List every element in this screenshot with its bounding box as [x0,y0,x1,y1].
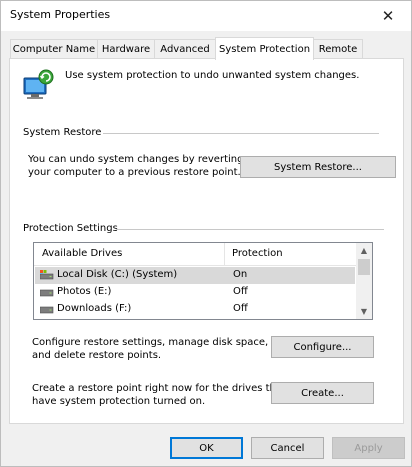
system-restore-group-label: System Restore [23,127,102,138]
available-drives-list[interactable]: Available Drives Protection Local Disk (… [33,242,373,320]
group-divider [116,229,384,230]
create-description-line1: Create a restore point right now for the… [32,383,286,394]
create-description-line2: have system protection turned on. [32,396,206,407]
apply-button[interactable]: Apply [332,437,405,459]
scrollbar-thumb[interactable] [358,259,370,275]
tab-label: Advanced [160,43,210,55]
chevron-up-icon: ▲ [360,246,368,255]
chevron-down-icon: ▼ [360,307,368,316]
configure-description-line1: Configure restore settings, manage disk … [32,337,269,348]
system-properties-window: System Properties ✕ Computer Name Hardwa… [0,0,412,467]
drive-row-local-disk-c[interactable]: Local Disk (C:) (System) On [35,267,355,284]
intro-text: Use system protection to undo unwanted s… [65,70,360,81]
column-header-available-drives[interactable]: Available Drives [42,248,122,259]
drive-row-photos-e[interactable]: Photos (E:) Off [35,284,355,301]
protection-settings-group-label: Protection Settings [23,223,118,234]
tab-advanced[interactable]: Advanced [154,39,216,58]
drive-protection-status: Off [233,303,248,314]
drive-icon [40,306,54,314]
list-scrollbar[interactable]: ▲ ▼ [356,243,372,319]
list-header: Available Drives Protection [34,243,356,266]
tab-system-protection[interactable]: System Protection [215,37,314,60]
drive-name: Local Disk (C:) (System) [57,269,178,280]
title-bar[interactable]: System Properties ✕ [1,1,411,31]
system-restore-description-line2: your computer to a previous restore poin… [28,167,241,178]
drive-protection-status: Off [233,286,248,297]
window-title: System Properties [10,8,111,21]
system-restore-button[interactable]: System Restore... [240,156,396,178]
column-separator[interactable] [224,243,225,265]
drive-icon [40,289,54,297]
scroll-up-arrow[interactable]: ▲ [356,243,372,258]
close-icon: ✕ [381,7,395,25]
tab-strip: Computer Name Hardware Advanced System P… [1,37,411,60]
configure-button[interactable]: Configure... [271,336,374,358]
drive-protection-status: On [233,269,248,280]
cancel-button[interactable]: Cancel [251,437,324,459]
create-button[interactable]: Create... [271,382,374,404]
system-drive-icon [40,270,54,280]
column-header-protection[interactable]: Protection [232,248,283,259]
tab-hardware[interactable]: Hardware [97,39,155,58]
tab-label: System Protection [218,43,311,55]
configure-description-line2: and delete restore points. [32,350,162,361]
system-protection-shield-icon [23,69,54,99]
group-divider [103,133,379,134]
tab-panel-system-protection [9,58,404,424]
drive-row-downloads-f[interactable]: Downloads (F:) Off [35,301,355,318]
scroll-down-arrow[interactable]: ▼ [356,304,372,319]
close-button[interactable]: ✕ [371,1,405,31]
tab-label: Computer Name [12,43,96,55]
drive-name: Downloads (F:) [57,303,132,314]
tab-remote[interactable]: Remote [313,39,363,58]
drive-name: Photos (E:) [57,286,112,297]
tab-label: Hardware [101,43,151,55]
ok-button[interactable]: OK [170,437,243,459]
system-restore-description-line1: You can undo system changes by reverting [28,154,244,165]
tab-computer-name[interactable]: Computer Name [10,39,98,58]
tab-label: Remote [318,43,358,55]
